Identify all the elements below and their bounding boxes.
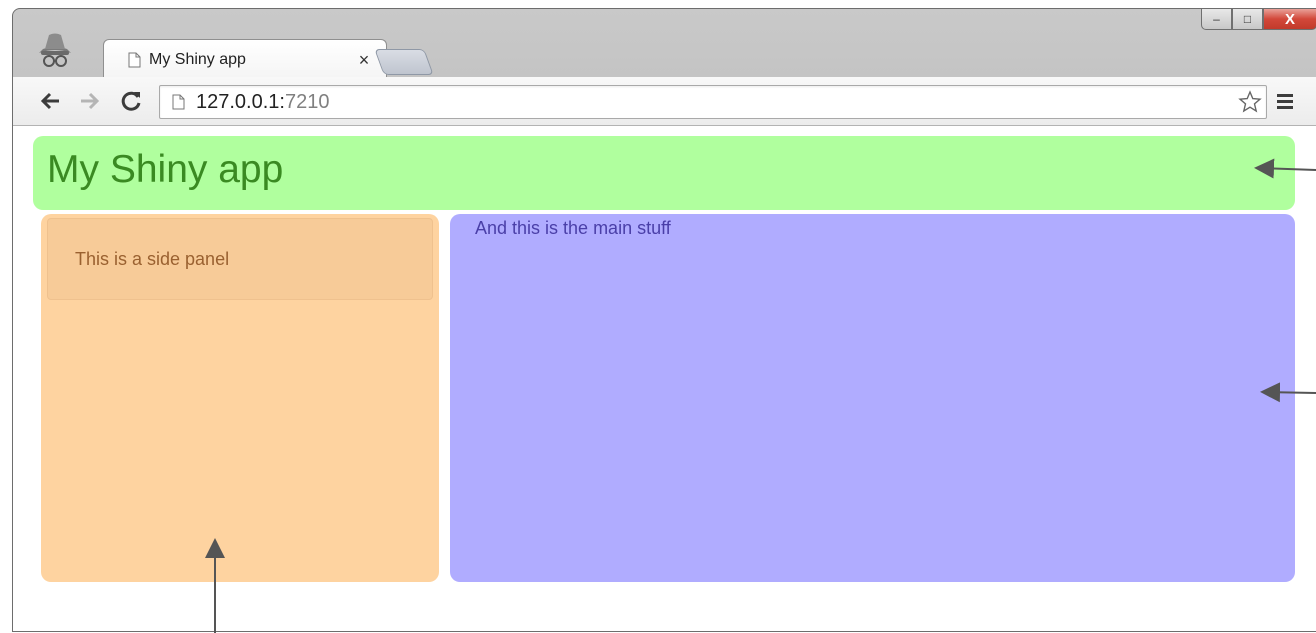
page-icon: [128, 52, 141, 68]
tab-title: My Shiny app: [149, 51, 246, 68]
minimize-button[interactable]: –: [1201, 9, 1232, 30]
main-panel: And this is the main stuff: [450, 214, 1295, 582]
forward-button[interactable]: [77, 89, 103, 113]
reload-button[interactable]: [119, 89, 145, 113]
page-content: My Shiny app This is a side panel And th…: [13, 126, 1316, 631]
back-button[interactable]: [37, 89, 63, 113]
url-port: 7210: [284, 91, 330, 113]
title-panel: My Shiny app: [33, 136, 1295, 210]
close-window-button[interactable]: X: [1263, 9, 1316, 30]
page-title: My Shiny app: [47, 148, 284, 191]
page-icon: [172, 94, 185, 110]
sidebar-well: This is a side panel: [47, 218, 433, 300]
browser-window: My Shiny app × – □ X 127.0.0.1:7210 My S…: [12, 8, 1316, 632]
sidebar-panel: This is a side panel: [41, 214, 439, 582]
sidebar-text: This is a side panel: [75, 249, 230, 269]
reload-icon: [121, 91, 141, 111]
tab-my-shiny-app[interactable]: My Shiny app ×: [103, 39, 387, 80]
new-tab-button[interactable]: [374, 49, 434, 75]
maximize-button[interactable]: □: [1232, 9, 1263, 30]
main-panel-text: And this is the main stuff: [475, 218, 671, 238]
url-host: 127.0.0.1:: [196, 91, 285, 113]
address-bar[interactable]: 127.0.0.1:7210: [159, 85, 1267, 119]
forward-arrow-icon: [81, 92, 100, 110]
browser-toolbar: 127.0.0.1:7210: [13, 77, 1316, 126]
title-bar: My Shiny app × – □ X: [13, 9, 1316, 80]
back-arrow-icon: [40, 92, 59, 110]
incognito-icon: [39, 33, 71, 67]
star-icon[interactable]: [1238, 90, 1262, 114]
menu-icon[interactable]: [1275, 91, 1295, 111]
url-text[interactable]: 127.0.0.1:7210: [196, 91, 329, 114]
window-controls: – □ X: [1201, 9, 1316, 31]
close-tab-icon[interactable]: ×: [354, 50, 374, 71]
